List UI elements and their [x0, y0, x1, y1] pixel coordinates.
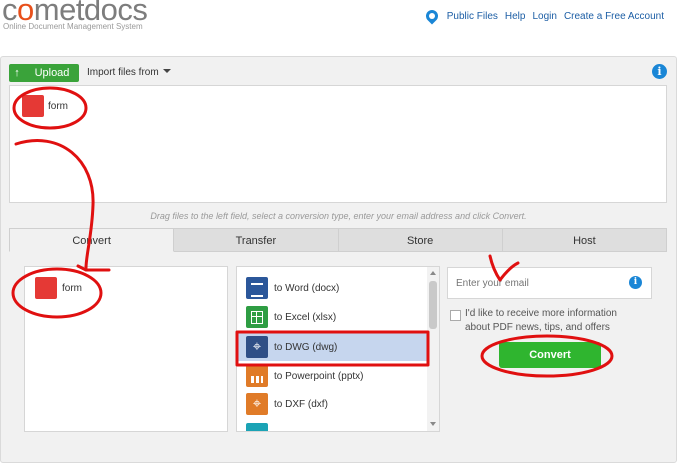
conversion-option-partial[interactable]: [237, 420, 427, 431]
map-pin-icon: [423, 7, 441, 25]
top-nav: Public Files Help Login Create a Free Ac…: [423, 7, 664, 25]
dxf-icon: [246, 393, 268, 415]
chevron-down-icon: [162, 69, 171, 73]
instruction-hint: Drag files to the left field, select a c…: [150, 211, 527, 221]
word-icon: [246, 277, 268, 299]
scroll-thumb[interactable]: [429, 281, 437, 329]
scroll-down-icon[interactable]: [430, 422, 436, 426]
conversion-option-powerpoint[interactable]: to Powerpoint (pptx): [237, 362, 427, 390]
pdf-icon: [22, 95, 44, 117]
tab-transfer[interactable]: Transfer: [174, 228, 339, 252]
powerpoint-icon: [246, 365, 268, 387]
convert-button[interactable]: Convert: [499, 342, 601, 368]
upload-button[interactable]: ↑ Upload: [9, 64, 79, 82]
file-dropzone[interactable]: [9, 85, 667, 203]
selected-file-name[interactable]: form: [62, 283, 82, 294]
tab-host[interactable]: Host: [502, 228, 667, 252]
conversion-option-word[interactable]: to Word (docx): [237, 274, 427, 302]
scroll-up-icon[interactable]: [430, 271, 436, 275]
tab-bar: Convert Transfer Store Host: [9, 228, 667, 252]
newsletter-label: I'd like to receive more information abo…: [465, 308, 617, 333]
email-input[interactable]: [447, 267, 652, 299]
excel-icon: [246, 306, 268, 328]
conversion-option-dxf[interactable]: to DXF (dxf): [237, 390, 427, 418]
create-account-link[interactable]: Create a Free Account: [564, 11, 664, 22]
public-files-link[interactable]: Public Files: [447, 11, 498, 22]
tagline: Online Document Management System: [3, 22, 143, 31]
file-type-icon: [246, 423, 268, 431]
login-link[interactable]: Login: [532, 11, 556, 22]
dropzone-file-name[interactable]: form: [48, 101, 68, 112]
tab-store[interactable]: Store: [338, 228, 503, 252]
conversion-option-dwg[interactable]: to DWG (dwg): [237, 333, 427, 361]
list-scrollbar[interactable]: [427, 267, 439, 431]
tab-convert[interactable]: Convert: [9, 228, 175, 252]
email-info-icon[interactable]: i: [629, 276, 642, 289]
conversion-type-list[interactable]: to Word (docx) to Excel (xlsx) to DWG (d…: [236, 266, 440, 432]
newsletter-checkbox[interactable]: [450, 310, 461, 321]
dwg-icon: [246, 336, 268, 358]
pdf-icon: [35, 277, 57, 299]
help-link[interactable]: Help: [505, 11, 526, 22]
upload-arrow-icon: ↑: [14, 67, 20, 79]
info-icon[interactable]: i: [652, 64, 667, 79]
import-files-dropdown[interactable]: Import files from: [87, 67, 171, 78]
conversion-option-excel[interactable]: to Excel (xlsx): [237, 303, 427, 331]
